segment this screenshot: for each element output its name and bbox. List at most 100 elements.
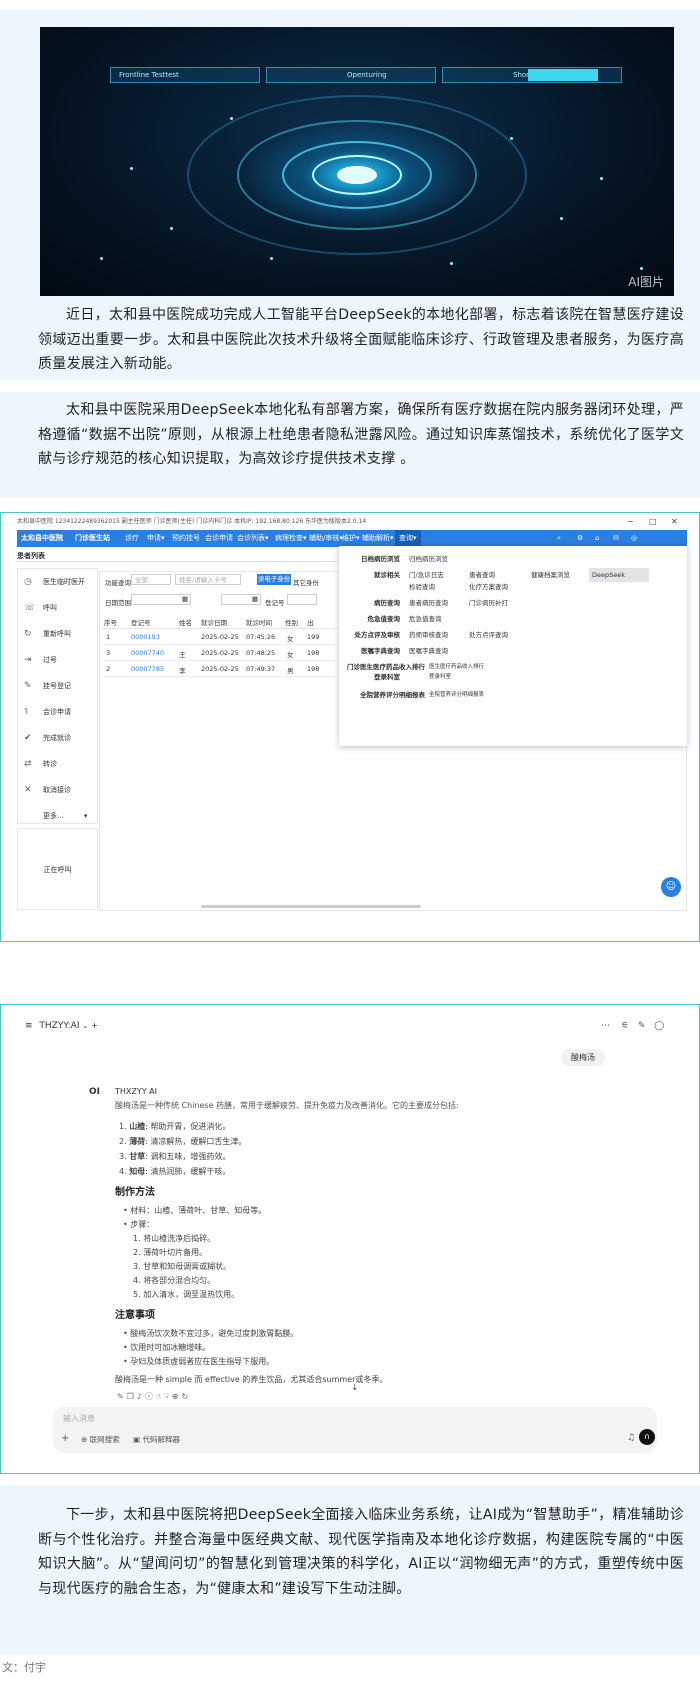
menu-item[interactable]: 辅助/审核▾ bbox=[309, 530, 343, 547]
chevron-down-icon[interactable]: ⌄ bbox=[82, 1022, 88, 1030]
dropdown-item[interactable]: 检验查询 bbox=[409, 580, 435, 594]
speaker-icon[interactable]: ♪ bbox=[137, 1392, 145, 1401]
his-sidebar: ◷ 医生临时医开 ☏ 呼叫 ↻ 重新呼叫 ⇥ 过号 ✎ 挂号登记 ⚕ 会诊申请 ✔ 完成就诊 … bbox=[17, 568, 98, 824]
dropdown-item[interactable]: 患者病历查询 bbox=[409, 596, 448, 610]
menu-item[interactable]: 预约挂号 bbox=[172, 530, 200, 547]
sidebar-item[interactable]: ✕ 取消接诊 bbox=[18, 777, 97, 803]
thumbs-up-icon[interactable]: ☝ bbox=[156, 1392, 164, 1401]
message-actions: ✎❐♪ⓘ☝☟⊕↻ bbox=[117, 1391, 191, 1402]
read-id-button[interactable]: 读电子身份 bbox=[257, 574, 291, 585]
menu-item[interactable]: 辅助解析▾ bbox=[362, 530, 394, 547]
chat-header: ≡ THZYY:AI ⌄ + bbox=[25, 1021, 98, 1031]
date-from-input[interactable]: ▦ bbox=[131, 594, 191, 605]
headphones-icon[interactable]: ∩ bbox=[639, 1429, 655, 1445]
maximize-button[interactable]: □ bbox=[649, 515, 657, 528]
thumbs-down-icon[interactable]: ☟ bbox=[164, 1392, 172, 1401]
home-icon[interactable]: ⌂ bbox=[595, 530, 599, 547]
model-selector[interactable]: THZYY:AI bbox=[39, 1021, 79, 1031]
close-button[interactable]: ✕ bbox=[671, 515, 678, 528]
menu-item[interactable]: 维护▾ bbox=[342, 530, 360, 547]
minimize-button[interactable]: − bbox=[627, 515, 634, 528]
dropdown-row: 病历查询 患者病历查询 门诊病历补打 bbox=[339, 596, 687, 610]
step-item: 2. 薄荷叶切片备用。 bbox=[133, 1248, 208, 1257]
menu-item-query[interactable]: 查询▾ bbox=[395, 530, 421, 547]
user-message: 酸梅汤 bbox=[561, 1049, 605, 1066]
sidebar-item[interactable]: ✎ 挂号登记 bbox=[18, 673, 97, 699]
hero-bar: Openturing bbox=[266, 67, 436, 83]
ingredient-item: 1. 山楂: 帮助开胃，促进消化。 bbox=[119, 1122, 231, 1131]
info-icon[interactable]: ⓘ bbox=[145, 1392, 156, 1401]
menu-item[interactable]: 诊疗 bbox=[125, 530, 139, 547]
avatar[interactable]: ◯ bbox=[654, 1021, 664, 1031]
table-row[interactable]: 3 00007740 王 2025-02-25 07:48:25 女 198 bbox=[101, 645, 341, 661]
section-title: 患者列表 bbox=[17, 552, 45, 560]
settings-icon[interactable]: ⚙ bbox=[577, 530, 583, 547]
sidebar-item[interactable]: ⇥ 过号 bbox=[18, 647, 97, 673]
ai-image-label: AI图片 bbox=[628, 275, 664, 289]
dropdown-item[interactable]: 化疗方案查询 bbox=[469, 580, 508, 594]
recall-icon: ↻ bbox=[24, 629, 32, 639]
web-search-button[interactable]: ⊕ 联网搜索 bbox=[81, 1434, 120, 1445]
hero-bar: Frontline Testtest bbox=[110, 67, 260, 83]
call-icon: ☏ bbox=[24, 603, 36, 613]
dropdown-item[interactable]: 医嘱字典查询 bbox=[409, 644, 448, 658]
menu-icon[interactable]: ≡ bbox=[25, 1021, 33, 1031]
menu-item[interactable]: 申请▾ bbox=[147, 530, 165, 547]
section-heading: 制作方法 bbox=[115, 1187, 155, 1198]
edit-icon[interactable]: ✎ bbox=[117, 1392, 127, 1401]
dropdown-row: 日档病历浏览 归档病历浏览 bbox=[339, 552, 687, 566]
menu-item[interactable]: 病理检查▾ bbox=[275, 530, 307, 547]
sidebar-item[interactable]: ✔ 完成就诊 bbox=[18, 725, 97, 751]
horizontal-scrollbar[interactable] bbox=[201, 905, 421, 908]
sidebar-item[interactable]: ☏ 呼叫 bbox=[18, 595, 97, 621]
more-icon[interactable]: ⋯ bbox=[601, 1021, 610, 1031]
dropdown-item[interactable]: 危急值查询 bbox=[409, 612, 442, 626]
scroll-down-icon[interactable]: ↓ bbox=[351, 1383, 359, 1393]
sidebar-item[interactable]: ⚕ 会诊申请 bbox=[18, 699, 97, 725]
dropdown-item[interactable]: 归档病历浏览 bbox=[409, 552, 448, 566]
step-item: 4. 将各部分混合均匀。 bbox=[133, 1276, 216, 1285]
chat-input[interactable]: 输入消息 bbox=[63, 1413, 563, 1424]
mic-icon[interactable]: ♫ bbox=[627, 1433, 635, 1443]
dropdown-row: 检验查询 化疗方案查询 bbox=[339, 580, 687, 594]
dropdown-item[interactable]: 药师审核查询 bbox=[409, 628, 448, 642]
regenerate-icon[interactable]: ↻ bbox=[181, 1392, 191, 1401]
sidebar-item[interactable]: ↻ 重新呼叫 bbox=[18, 621, 97, 647]
table-row[interactable]: 2 00007785 李 2025-02-25 07:49:37 男 198 bbox=[101, 661, 341, 677]
name-input[interactable]: 姓名/请输入卡号 bbox=[175, 574, 241, 585]
function-select[interactable]: 全部 bbox=[131, 574, 171, 585]
regno-input[interactable] bbox=[287, 594, 317, 605]
edit-icon[interactable]: ✎ bbox=[638, 1021, 646, 1031]
controls-icon[interactable]: ⚟ bbox=[621, 1021, 629, 1031]
sidebar-item[interactable]: ◷ 医生临时医开 bbox=[18, 569, 97, 595]
list-item: • 饮用时可加冰糖增味。 bbox=[123, 1343, 211, 1352]
copy-icon[interactable]: ❐ bbox=[127, 1392, 137, 1401]
assistant-float-button[interactable]: ☺ bbox=[661, 877, 681, 897]
table-header: 序号 登记号 姓名 就诊日期 就诊时间 性别 出 bbox=[101, 613, 341, 629]
list-item: • 酸梅汤饮次数不宜过多，避免过度刺激胃黏膜。 bbox=[123, 1329, 299, 1338]
dropdown-item[interactable]: 全院营养评分明细报表 bbox=[429, 688, 484, 702]
system-name[interactable]: 门诊医生站 bbox=[75, 530, 110, 547]
sidebar-item[interactable]: ⇄ 转诊 bbox=[18, 751, 97, 777]
hospital-name: 太和县中医院 bbox=[21, 534, 63, 542]
done-icon: ✔ bbox=[24, 733, 32, 743]
menu-item[interactable]: 会诊申请 bbox=[205, 530, 233, 547]
user-icon[interactable]: ◎ bbox=[631, 530, 637, 547]
transfer-icon: ⇄ bbox=[24, 759, 32, 769]
message-icon[interactable]: ✉ bbox=[613, 530, 619, 547]
search-icon[interactable]: ⌕ bbox=[557, 530, 561, 547]
dropdown-item[interactable]: 门诊病历补打 bbox=[469, 596, 508, 610]
code-interpreter-button[interactable]: ▣ 代码解释器 bbox=[133, 1434, 180, 1445]
table-row[interactable]: 1 0000193 2025-02-25 07:45:26 女 199 bbox=[101, 629, 341, 645]
menu-item[interactable]: 会诊列表▾ bbox=[237, 530, 269, 547]
dropdown-item[interactable]: 登录科室 bbox=[429, 670, 451, 684]
continue-icon[interactable]: ⊕ bbox=[172, 1392, 182, 1401]
ingredient-item: 4. 知母: 清热润肺，缓解干咳。 bbox=[119, 1167, 231, 1176]
sidebar-more[interactable]: 更多... ▾ bbox=[18, 803, 97, 829]
list-item: • 孕妇及体质虚弱者应在医生指导下服用。 bbox=[123, 1357, 275, 1366]
date-to-input[interactable]: ▦ bbox=[221, 594, 261, 605]
dropdown-item[interactable]: 处方点评查询 bbox=[469, 628, 508, 642]
add-icon[interactable]: + bbox=[61, 1433, 69, 1444]
new-chat-icon[interactable]: + bbox=[91, 1021, 98, 1030]
dropdown-row: 医嘱字典查询 医嘱字典查询 bbox=[339, 644, 687, 658]
